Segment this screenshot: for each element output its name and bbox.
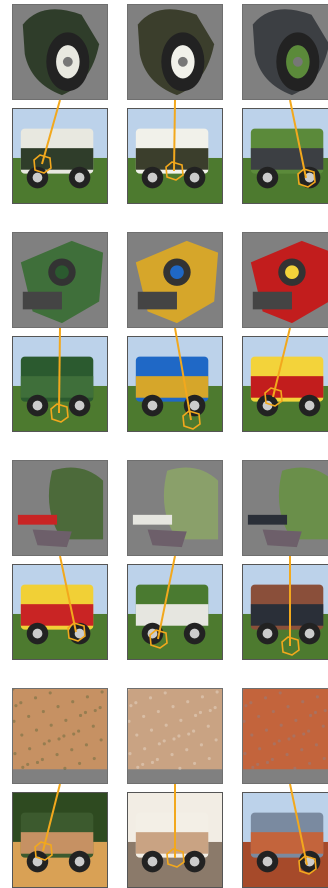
tire-closeup-patch-image [12,4,108,100]
match-cell [12,688,108,888]
tire-closeup-patch-image [242,4,328,100]
match-cell [242,232,328,432]
white-landrover-on-grass-photo [12,108,108,204]
match-cell [127,688,223,888]
grey-foliage-patch-image [127,460,223,556]
white-landrover-studio-photo [127,792,223,888]
red-sand-texture-patch-image [242,688,328,784]
yellow-landrover-hill-photo [127,336,223,432]
match-cell [127,460,223,660]
tree-foliage-patch-image [242,460,328,556]
yellow-light-patch-image [127,232,223,328]
white-landrover-field-photo [127,564,223,660]
match-cell [242,460,328,660]
match-visualization-grid [0,0,328,888]
match-cell [242,688,328,888]
match-cell [127,232,223,432]
red-bumper-patch-image [242,232,328,328]
dark-suvs-street-photo [242,564,328,660]
sand-texture-patch-image [127,688,223,784]
green-fender-patch-image [12,232,108,328]
tree-and-red-patch-image [12,460,108,556]
match-cell [12,460,108,660]
desert-red-ground-photo [242,792,328,888]
match-cell [127,4,223,204]
match-cell [242,4,328,204]
tire-closeup-patch-image [127,4,223,100]
green-landrover-in-lot-photo [242,108,328,204]
white-landrover-with-driver-photo [127,108,223,204]
red-fire-landrover-photo [242,336,328,432]
soil-texture-patch-image [12,688,108,784]
green-landrover-autumn-photo [12,792,108,888]
match-cell [12,232,108,432]
green-landrover-front-photo [12,336,108,432]
match-cell [12,4,108,204]
red-fire-landrover-2-photo [12,564,108,660]
